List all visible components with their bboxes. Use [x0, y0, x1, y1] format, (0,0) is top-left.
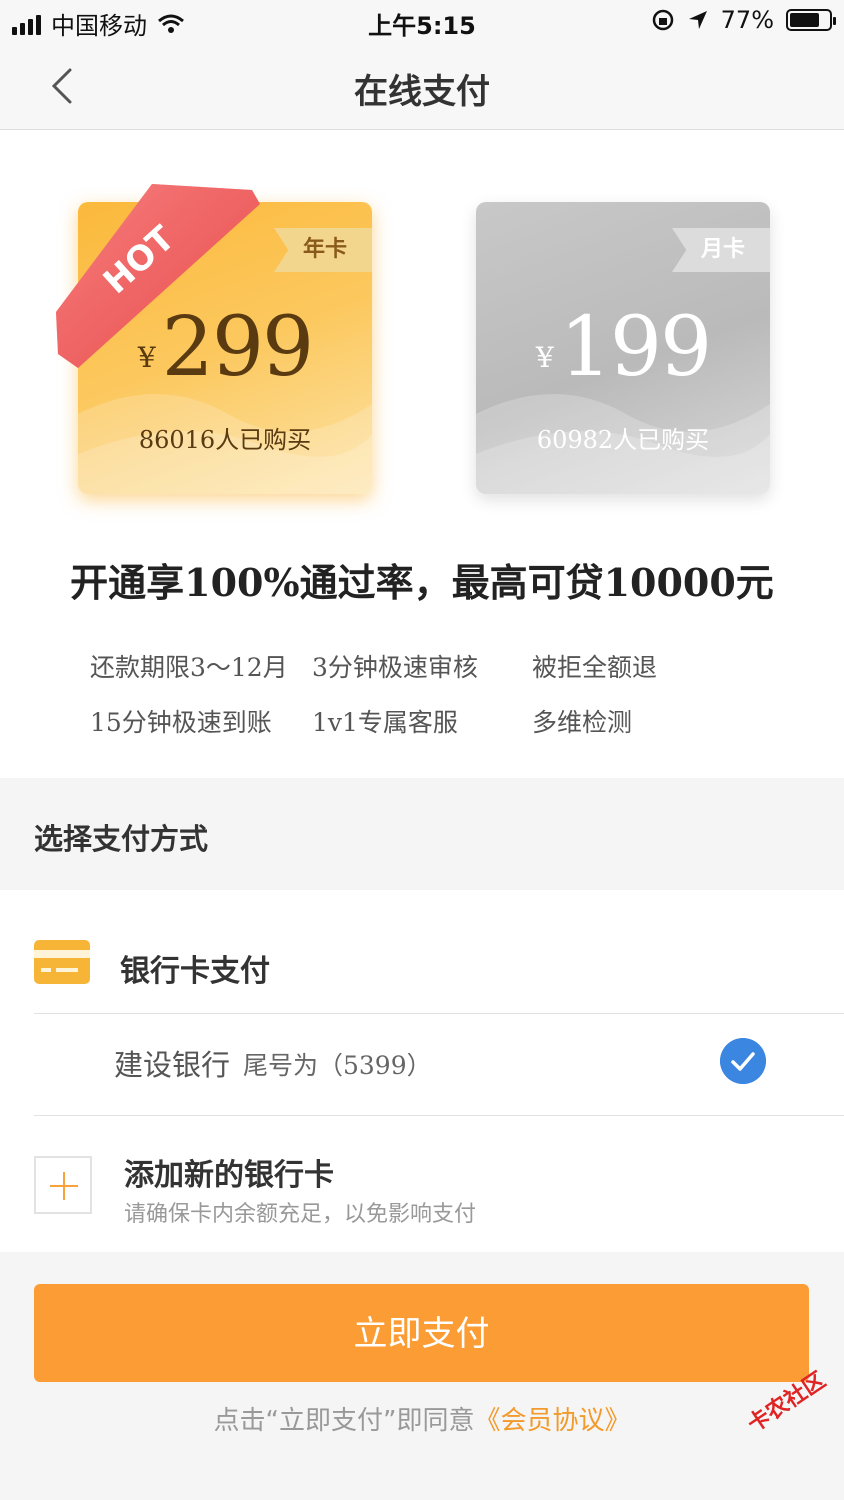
- feature-item: 被拒全额退: [532, 653, 658, 682]
- section-title: 选择支付方式: [34, 822, 209, 856]
- promo-headline: 开通享100%通过率，最高可贷10000元: [70, 560, 774, 605]
- pay-now-button[interactable]: 立即支付: [34, 1284, 809, 1382]
- rotation-lock-icon: [652, 9, 673, 31]
- battery-icon: [786, 9, 836, 31]
- feature-item: 3分钟极速审核: [312, 653, 478, 682]
- feature-item: 还款期限3～12月: [90, 653, 288, 682]
- hot-ribbon: HOT: [56, 184, 260, 368]
- bank-name: 建设银行: [114, 1048, 231, 1082]
- battery-percent: 77%: [720, 6, 774, 34]
- plan-card-monthly[interactable]: 月卡 ¥199 60982人已购买: [476, 202, 770, 494]
- payment-section-header: 选择支付方式: [0, 778, 844, 890]
- saved-bank-card[interactable]: 建设银行 尾号为（5399）: [0, 1014, 844, 1116]
- plus-icon[interactable]: [34, 1156, 92, 1214]
- feature-item: 15分钟极速到账: [90, 708, 272, 737]
- location-arrow-icon: [688, 11, 707, 29]
- status-bar: 中国移动 上午5:15 77%: [0, 0, 844, 44]
- feature-item: 多维检测: [532, 708, 633, 737]
- nav-bar: 在线支付: [0, 44, 844, 130]
- bottom-area: 立即支付 点击“立即支付”即同意《会员协议》: [0, 1252, 844, 1500]
- plan-sold-annual: 86016人已购买: [138, 426, 312, 454]
- currency-symbol: ¥: [535, 341, 554, 374]
- agreement-text: 点击“立即支付”即同意《会员协议》: [0, 1400, 844, 1437]
- status-right: 77%: [651, 6, 836, 34]
- add-card-title: 添加新的银行卡: [124, 1158, 334, 1193]
- add-card-hint: 请确保卡内余额充足，以免影响支付: [124, 1202, 477, 1227]
- member-agreement-link[interactable]: 《会员协议》: [474, 1406, 630, 1436]
- page-title: 在线支付: [354, 72, 490, 112]
- price-value: 199: [559, 300, 713, 395]
- checkmark-icon[interactable]: [720, 1038, 766, 1084]
- plan-tag-annual: 年卡: [274, 228, 372, 272]
- plan-price-monthly: ¥199: [476, 300, 770, 395]
- plan-tag-monthly: 月卡: [672, 228, 770, 272]
- feature-item: 1v1专属客服: [312, 708, 458, 737]
- bank-card-method: 银行卡支付: [0, 890, 844, 1014]
- credit-card-icon: [34, 940, 90, 984]
- agreement-prefix: 点击“立即支付”即同意: [213, 1406, 475, 1436]
- plan-sold-monthly: 60982人已购买: [536, 426, 710, 454]
- add-bank-card-row[interactable]: 添加新的银行卡 请确保卡内余额充足，以免影响支付: [0, 1116, 844, 1252]
- method-title: 银行卡支付: [120, 954, 270, 989]
- bank-card-tail: 尾号为（5399）: [243, 1051, 432, 1080]
